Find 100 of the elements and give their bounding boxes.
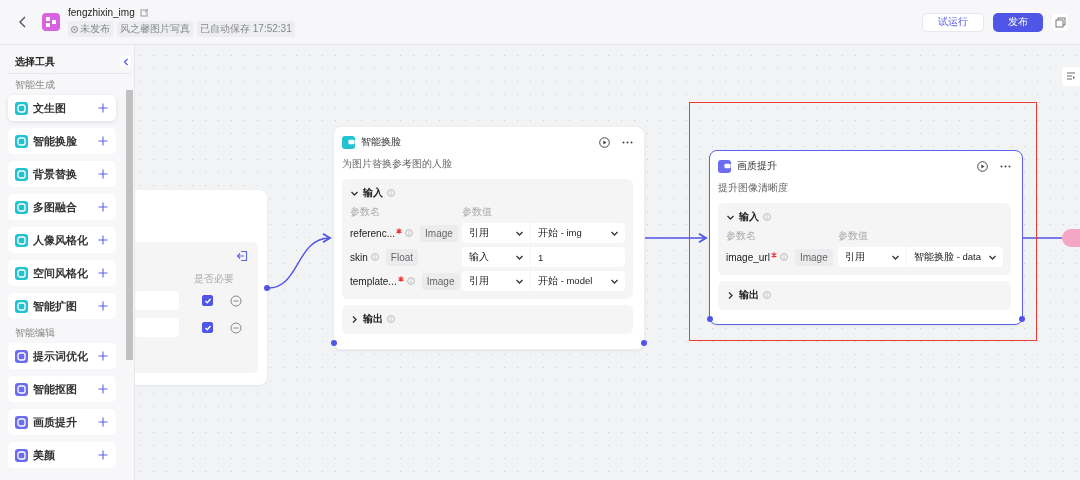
section-label: 智能编辑	[14, 326, 56, 340]
port-dot[interactable]	[264, 285, 270, 291]
chevron-icon[interactable]	[350, 314, 359, 324]
tool-item[interactable]: 智能换脸	[8, 128, 116, 154]
more-icon[interactable]	[622, 140, 633, 144]
info-icon	[370, 253, 379, 261]
tool-item[interactable]: 背景替换	[8, 161, 116, 187]
select-value: 开始 - model	[538, 274, 593, 288]
status-icon	[71, 25, 78, 33]
value-select[interactable]: 开始 - model	[531, 271, 625, 291]
tool-item[interactable]: 画质提升	[8, 409, 116, 435]
app-title: fengzhixin_img	[68, 7, 135, 18]
info-icon	[405, 229, 414, 237]
workflow-node[interactable]: 画质提升 提升图像清晰度 输入 参数名 参数值 image_url Image 引用 智能换脸 - data 输出	[709, 150, 1023, 325]
tool-item[interactable]: 美颜	[8, 442, 116, 468]
add-icon[interactable]	[98, 384, 108, 394]
tool-item[interactable]: 智能抠图	[8, 376, 116, 402]
chevron-icon[interactable]	[726, 290, 735, 300]
column-header: 是否必要	[194, 272, 234, 286]
info-tag: 风之馨图片写真	[117, 21, 193, 37]
import-icon[interactable]	[236, 250, 248, 262]
param-name: template...	[350, 275, 397, 287]
add-icon[interactable]	[98, 417, 108, 427]
tool-name: 画质提升	[33, 414, 78, 430]
edit-icon[interactable]	[139, 8, 149, 17]
info-icon	[779, 253, 788, 261]
section-label: 智能生成	[14, 78, 56, 92]
add-icon[interactable]	[98, 136, 108, 146]
tool-item[interactable]: 人像风格化	[8, 227, 116, 253]
tool-name: 智能换脸	[33, 133, 78, 149]
section-title: 输出	[363, 312, 383, 326]
panel-toggle-button[interactable]	[1062, 67, 1080, 86]
status-text: 未发布	[80, 22, 110, 36]
tool-name: 背景替换	[33, 166, 78, 182]
select-value: 开始 - img	[538, 226, 582, 240]
tool-item[interactable]: 多图融合	[8, 194, 116, 220]
add-icon[interactable]	[98, 103, 108, 113]
tool-name: 多图融合	[33, 199, 78, 215]
tool-item[interactable]: 提示词优化	[8, 343, 116, 369]
value-select[interactable]: 开始 - img	[531, 223, 625, 243]
value-select[interactable]: 智能换脸 - data	[907, 247, 1003, 267]
section-title: 输入	[739, 210, 759, 224]
copy-icon	[1054, 16, 1066, 28]
add-icon[interactable]	[98, 169, 108, 179]
mode-select[interactable]: 引用	[462, 271, 530, 291]
more-icon[interactable]	[1000, 164, 1011, 168]
node-description: 为图片替换参考图的人脸	[342, 157, 453, 171]
select-value: 引用	[845, 250, 865, 264]
info-icon	[763, 291, 771, 299]
back-icon[interactable]	[18, 15, 28, 29]
tool-item[interactable]: 空间风格化	[8, 260, 116, 286]
add-icon[interactable]	[98, 202, 108, 212]
select-value: 引用	[469, 226, 489, 240]
test-run-button[interactable]: 试运行	[922, 12, 984, 32]
copy-button[interactable]	[1052, 13, 1068, 31]
workflow-node[interactable]: 智能换脸 为图片替换参考图的人脸 输入 参数名 参数值 referenc... Image 引用 开始 - img skin Float 输入 1 template... Image 引用 开始 - model 输出	[333, 126, 645, 350]
info-icon	[387, 189, 395, 197]
node-title: 智能换脸	[361, 135, 401, 149]
mode-select[interactable]: 引用	[462, 223, 530, 243]
mode-select[interactable]: 引用	[838, 247, 906, 267]
tool-name: 文生图	[33, 100, 67, 116]
port-dot[interactable]	[331, 340, 337, 346]
type-tag: Image	[794, 248, 833, 266]
tool-name: 智能扩图	[33, 298, 78, 314]
column-header: 参数值	[838, 229, 869, 243]
add-icon[interactable]	[98, 351, 108, 361]
checkbox[interactable]	[202, 322, 213, 333]
port-dot[interactable]	[641, 340, 647, 346]
param-name: image_url	[726, 251, 770, 263]
port-dot[interactable]	[707, 316, 713, 322]
tool-item[interactable]: 智能扩图	[8, 293, 116, 319]
connector-arrow	[644, 232, 707, 244]
connector-handle[interactable]	[1062, 229, 1080, 247]
play-icon[interactable]	[599, 136, 610, 148]
tool-item[interactable]: 文生图	[8, 95, 116, 121]
type-tag: Image	[420, 224, 458, 242]
tool-name: 智能抠图	[33, 381, 78, 397]
add-icon[interactable]	[98, 450, 108, 460]
add-icon[interactable]	[98, 301, 108, 311]
type-tag: Image	[421, 272, 460, 290]
scrollbar[interactable]	[126, 90, 133, 360]
info-icon	[406, 277, 415, 285]
section-title: 输出	[739, 288, 759, 302]
info-icon	[763, 213, 771, 221]
mode-select[interactable]: 输入	[462, 247, 530, 267]
value-input[interactable]: 1	[531, 247, 625, 267]
section-title: 输入	[363, 186, 383, 200]
add-icon[interactable]	[98, 235, 108, 245]
play-icon[interactable]	[977, 160, 988, 172]
node-description: 提升图像清晰度	[718, 181, 789, 195]
add-icon[interactable]	[98, 268, 108, 278]
select-value: 智能换脸 - data	[914, 250, 981, 264]
param-name: skin	[350, 251, 368, 263]
list-icon	[1066, 72, 1076, 81]
sidebar-title: 选择工具	[15, 54, 55, 69]
port-dot[interactable]	[1019, 316, 1025, 322]
publish-button[interactable]: 发布	[993, 12, 1043, 32]
collapse-button[interactable]	[120, 56, 131, 67]
select-value: 输入	[469, 250, 489, 264]
checkbox[interactable]	[202, 295, 213, 306]
